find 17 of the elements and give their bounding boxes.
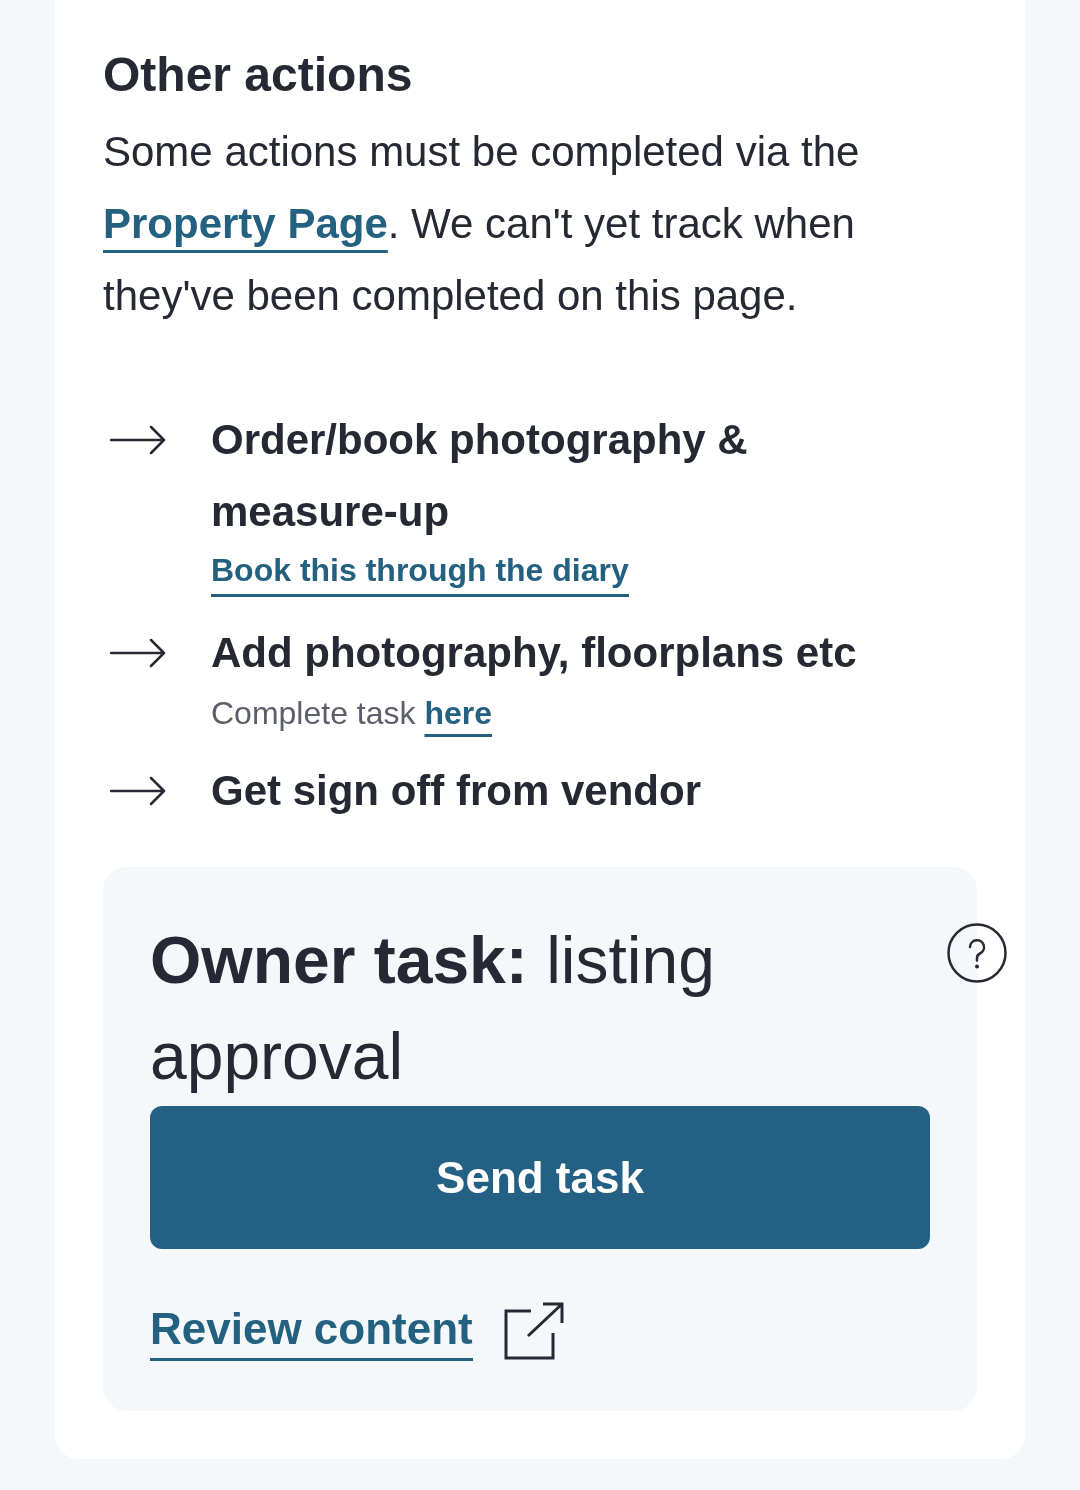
action-title: Add photography, floorplans etc: [211, 628, 857, 678]
arrow-right-icon: [110, 425, 166, 455]
action-title: Get sign off from vendor: [211, 766, 701, 816]
task-note: Complete task here: [211, 694, 492, 733]
arrow-right-icon: [110, 776, 166, 806]
owner-task-title: Owner task: listing approval: [150, 922, 716, 1095]
property-page-link[interactable]: Property Page: [103, 200, 388, 247]
review-content-link[interactable]: Review content: [150, 1301, 473, 1361]
action-title: Order/book photography & measure-up: [211, 415, 749, 537]
here-link[interactable]: here: [424, 695, 492, 731]
section-title: Other actions: [103, 47, 414, 103]
diary-link[interactable]: Book this through the diary: [211, 550, 629, 597]
intro-paragraph: Some actions must be completed via the Property Page. We can't yet track when they've been completed on this page.: [103, 127, 861, 321]
external-link-icon[interactable]: [502, 1301, 565, 1361]
send-task-button[interactable]: Send task: [150, 1106, 930, 1249]
help-icon[interactable]: [947, 923, 1007, 983]
arrow-right-icon: [110, 638, 166, 668]
